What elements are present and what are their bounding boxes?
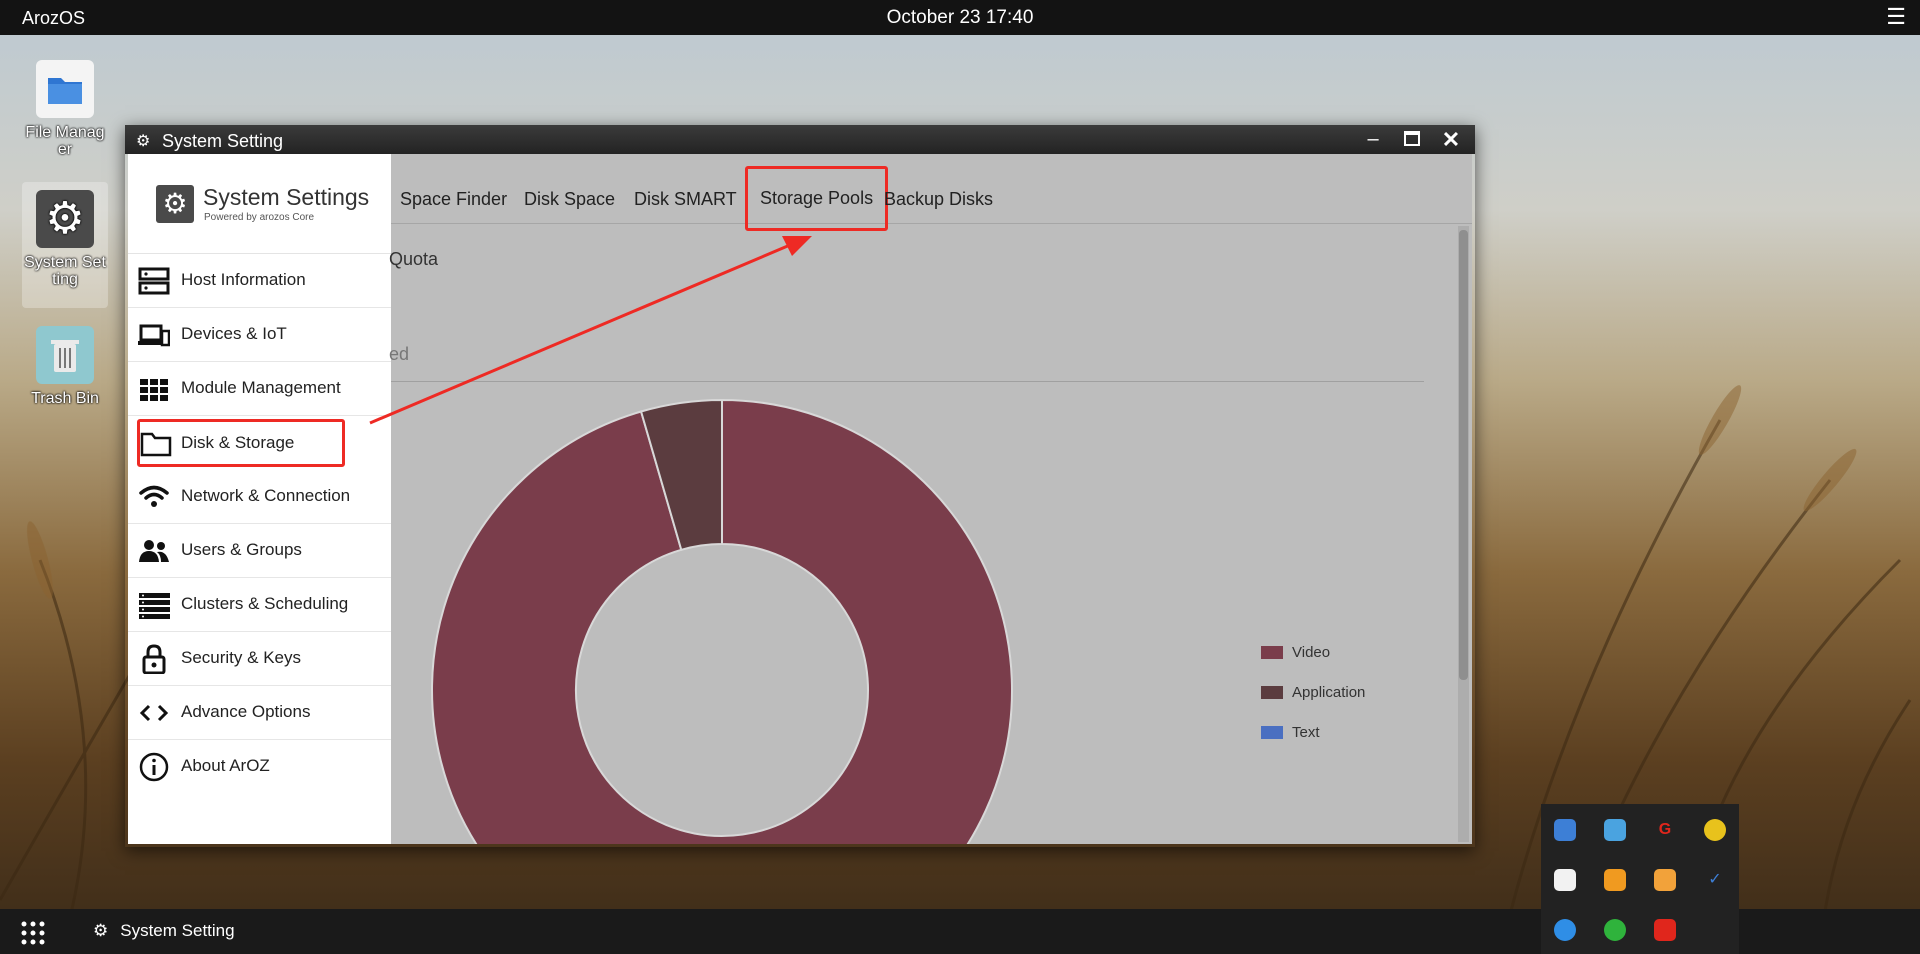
system-setting-window: ⚙ System Setting – ✕ ⚙ System Settings P… (125, 125, 1475, 847)
gear-icon: ⚙ (93, 921, 109, 940)
minimize-button[interactable]: – (1359, 127, 1387, 152)
yellow-app-icon[interactable] (1704, 819, 1726, 841)
scrollbar-thumb[interactable] (1459, 230, 1468, 680)
desktop-icon-trash-bin[interactable]: Trash Bin (22, 326, 108, 407)
trash-icon (36, 326, 94, 384)
app-launcher-icon[interactable] (20, 920, 46, 946)
desktop-icon-label: Trash Bin (31, 390, 99, 407)
desktop-icon-file-manager[interactable]: File Manag er (22, 60, 108, 158)
photo-app-icon[interactable] (1554, 819, 1576, 841)
system-tray-popup: G ✓ (1541, 804, 1739, 954)
window-titlebar[interactable]: ⚙ System Setting – ✕ (125, 125, 1475, 154)
shield-icon[interactable] (1554, 869, 1576, 891)
folder-app-icon[interactable] (1654, 869, 1676, 891)
legend-swatch (1261, 726, 1283, 739)
legend-swatch (1261, 686, 1283, 699)
legend-label: Text (1292, 724, 1320, 741)
check-app-icon[interactable]: ✓ (1704, 869, 1726, 891)
window-title: System Setting (162, 131, 284, 151)
window-body: ⚙ System Settings Powered by arozos Core… (128, 154, 1472, 844)
orange-shield-icon[interactable] (1604, 869, 1626, 891)
legend-label: Application (1292, 684, 1366, 701)
legend-label: Video (1292, 644, 1331, 661)
clock: October 23 17:40 (886, 7, 1034, 28)
desktop-icon-label: File Manag er (25, 124, 105, 158)
taskbar-item-system-setting[interactable]: ⚙ System Setting (93, 921, 235, 941)
wechat-icon[interactable] (1604, 919, 1626, 941)
gear-icon: ⚙ (136, 133, 151, 150)
maximize-button[interactable] (1398, 127, 1426, 152)
legend-swatch (1261, 646, 1283, 659)
hamburger-icon[interactable]: ☰ (1886, 6, 1906, 28)
monitor-app-icon[interactable] (1604, 819, 1626, 841)
close-button[interactable]: ✕ (1437, 127, 1465, 152)
gear-icon: ⚙ (36, 190, 94, 248)
red-box-app-icon[interactable] (1654, 919, 1676, 941)
taskbar-item-label: System Setting (120, 921, 235, 940)
desktop-icon-label: System Set ting (24, 254, 106, 288)
blue-app-icon[interactable] (1554, 919, 1576, 941)
top-bar: ArozOS October 23 17:40 ☰ (0, 0, 1920, 35)
storage-usage-donut-chart (431, 398, 1013, 844)
red-app-icon[interactable]: G (1654, 819, 1676, 841)
desktop-icon-system-setting[interactable]: ⚙ System Set ting (22, 182, 108, 308)
folder-icon (36, 60, 94, 118)
